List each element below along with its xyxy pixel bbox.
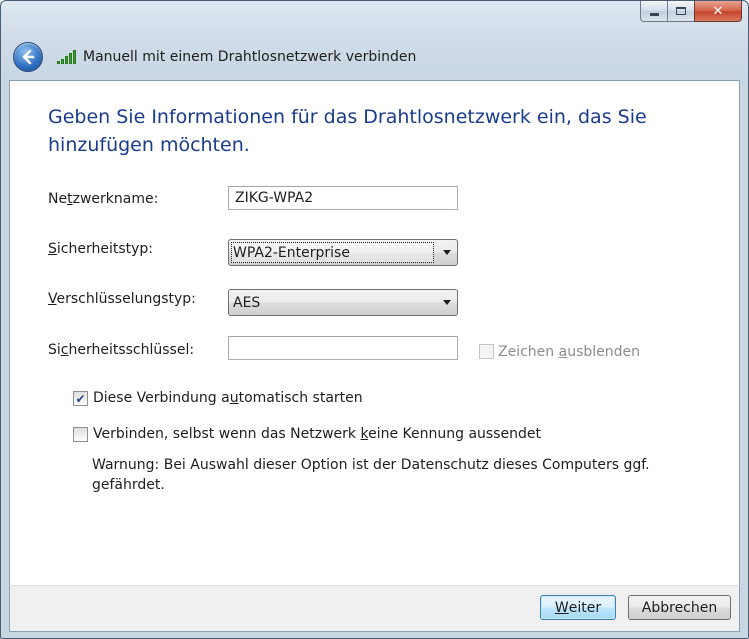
auto-start-label: Diese Verbindung automatisch starten [93,390,363,406]
security-type-label: Sicherheitstyp: [48,241,154,257]
maximize-button[interactable] [667,1,694,22]
button-bar: Weiter Abbrechen [9,585,740,632]
maximize-icon [676,7,686,15]
chevron-down-icon [443,250,451,255]
close-icon: ✕ [712,3,724,19]
privacy-warning: Warnung: Bei Auswahl dieser Option ist d… [92,457,650,493]
wireless-signal-icon [57,50,77,64]
auto-start-checkbox[interactable]: ✔ [73,391,88,406]
dialog-window: ✕ Manuell mit einem Drahtlosnetzwerk ver… [0,0,749,639]
title-row: Manuell mit einem Drahtlosnetzwerk verbi… [13,40,416,74]
back-button[interactable] [13,42,43,72]
connect-hidden-checkbox[interactable] [73,427,88,442]
encryption-type-label: Verschlüsselungstyp: [48,291,196,307]
encryption-type-select[interactable]: AES [228,289,458,316]
encryption-type-value: AES [233,294,261,311]
minimize-button[interactable] [640,1,667,22]
caption-buttons: ✕ [640,1,742,22]
page-heading: Geben Sie Informationen für das Drahtlos… [48,106,647,156]
minimize-icon [649,12,659,16]
chevron-down-icon [443,300,451,305]
back-arrow-icon [22,49,35,65]
hide-chars-checkbox[interactable] [479,344,494,359]
network-name-input[interactable] [228,186,458,210]
cancel-button[interactable]: Abbrechen [628,595,731,620]
window-title: Manuell mit einem Drahtlosnetzwerk verbi… [83,49,417,65]
network-name-label: Netzwerkname: [48,191,159,207]
content-panel: Geben Sie Informationen für das Drahtlos… [9,80,740,586]
security-key-label: Sicherheitsschlüssel: [48,342,195,358]
security-key-input[interactable] [228,336,458,360]
close-button[interactable]: ✕ [694,1,742,22]
security-type-value: WPA2-Enterprise [233,244,350,261]
connect-hidden-label: Verbinden, selbst wenn das Netzwerk kein… [93,426,541,442]
security-type-select[interactable]: WPA2-Enterprise [228,239,458,266]
checkmark-icon: ✔ [75,391,86,406]
next-button[interactable]: Weiter [540,595,616,620]
hide-chars-label: Zeichen ausblenden [498,344,641,360]
